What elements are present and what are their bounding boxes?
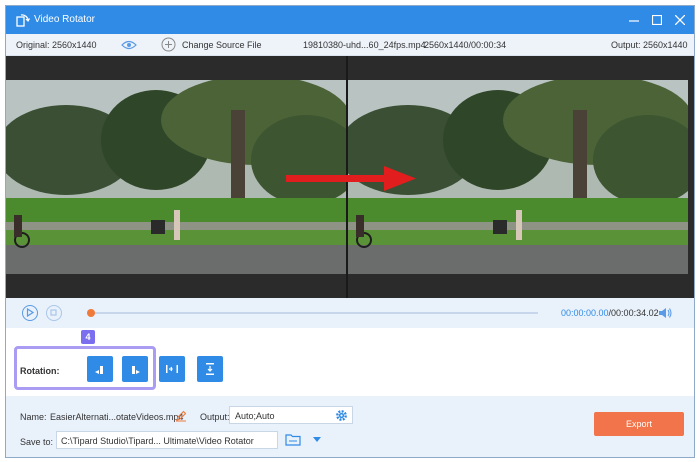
chevron-down-icon <box>313 437 321 442</box>
minimize-icon <box>629 20 639 22</box>
source-file-info: 2560x1440/00:00:34 <box>424 40 507 50</box>
output-filename: EasierAlternati...otateVideos.mp4 <box>50 412 184 422</box>
info-bar: Original: 2560x1440 Change Source File 1… <box>6 34 694 56</box>
folder-icon[interactable] <box>285 433 301 446</box>
saveto-label: Save to: <box>20 437 54 447</box>
saveto-path-field[interactable]: C:\Tipard Studio\Tipard... Ultimate\Vide… <box>56 431 321 449</box>
total-time: /00:00:34.02 <box>608 308 659 318</box>
stop-icon <box>50 309 57 316</box>
export-button[interactable]: Export <box>594 412 684 436</box>
close-button[interactable] <box>672 12 688 28</box>
stop-button[interactable] <box>46 305 62 321</box>
video-preview-area <box>6 56 694 298</box>
red-arrow-icon <box>286 166 416 191</box>
app-window: Video Rotator Original: 2560x1440 Change… <box>5 5 695 458</box>
rotation-label: Rotation: <box>20 366 60 376</box>
time-display: 00:00:00.00/00:00:34.02 <box>561 308 659 318</box>
rotation-section: 4 Rotation: <box>6 328 694 394</box>
maximize-button[interactable] <box>649 12 665 28</box>
output-format-value: Auto;Auto <box>235 411 275 421</box>
output-settings-panel: Name: EasierAlternati...otateVideos.mp4 … <box>6 396 694 457</box>
window-title: Video Rotator <box>34 14 95 25</box>
add-circle-icon[interactable] <box>161 37 176 52</box>
rotate-left-icon <box>95 366 103 374</box>
volume-icon[interactable] <box>658 306 672 320</box>
play-button[interactable] <box>22 305 38 321</box>
output-resolution: Output: 2560x1440 <box>611 40 688 50</box>
progress-handle[interactable] <box>87 309 95 317</box>
title-bar: Video Rotator <box>6 6 694 34</box>
gear-icon[interactable] <box>335 409 348 422</box>
rotate-right-icon <box>132 366 140 374</box>
flip-horizontal-button[interactable] <box>159 356 185 382</box>
step-badge: 4 <box>81 330 95 344</box>
saveto-dropdown-button[interactable] <box>307 432 327 448</box>
output-label: Output: <box>200 412 230 422</box>
original-resolution: Original: 2560x1440 <box>16 40 97 50</box>
close-icon <box>675 15 685 25</box>
pencil-icon[interactable] <box>175 410 187 422</box>
playback-bar: 00:00:00.00/00:00:34.02 <box>6 298 694 328</box>
flip-horizontal-icon <box>166 365 178 373</box>
current-time: 00:00:00.00 <box>561 308 609 318</box>
progress-track[interactable] <box>90 312 538 314</box>
eye-icon[interactable] <box>121 40 137 50</box>
change-source-file-link[interactable]: Change Source File <box>182 40 262 50</box>
minimize-button[interactable] <box>626 12 642 28</box>
flip-vertical-button[interactable] <box>197 356 223 382</box>
rotate-left-button[interactable] <box>87 356 113 382</box>
play-icon <box>26 307 35 318</box>
source-filename: 19810380-uhd...60_24fps.mp4 <box>303 40 426 50</box>
rotate-right-button[interactable] <box>122 356 148 382</box>
name-label: Name: <box>20 412 47 422</box>
maximize-icon <box>652 15 662 25</box>
rotate-app-icon <box>16 14 30 27</box>
flip-vertical-icon <box>206 363 214 375</box>
saveto-path-value: C:\Tipard Studio\Tipard... Ultimate\Vide… <box>61 436 254 446</box>
